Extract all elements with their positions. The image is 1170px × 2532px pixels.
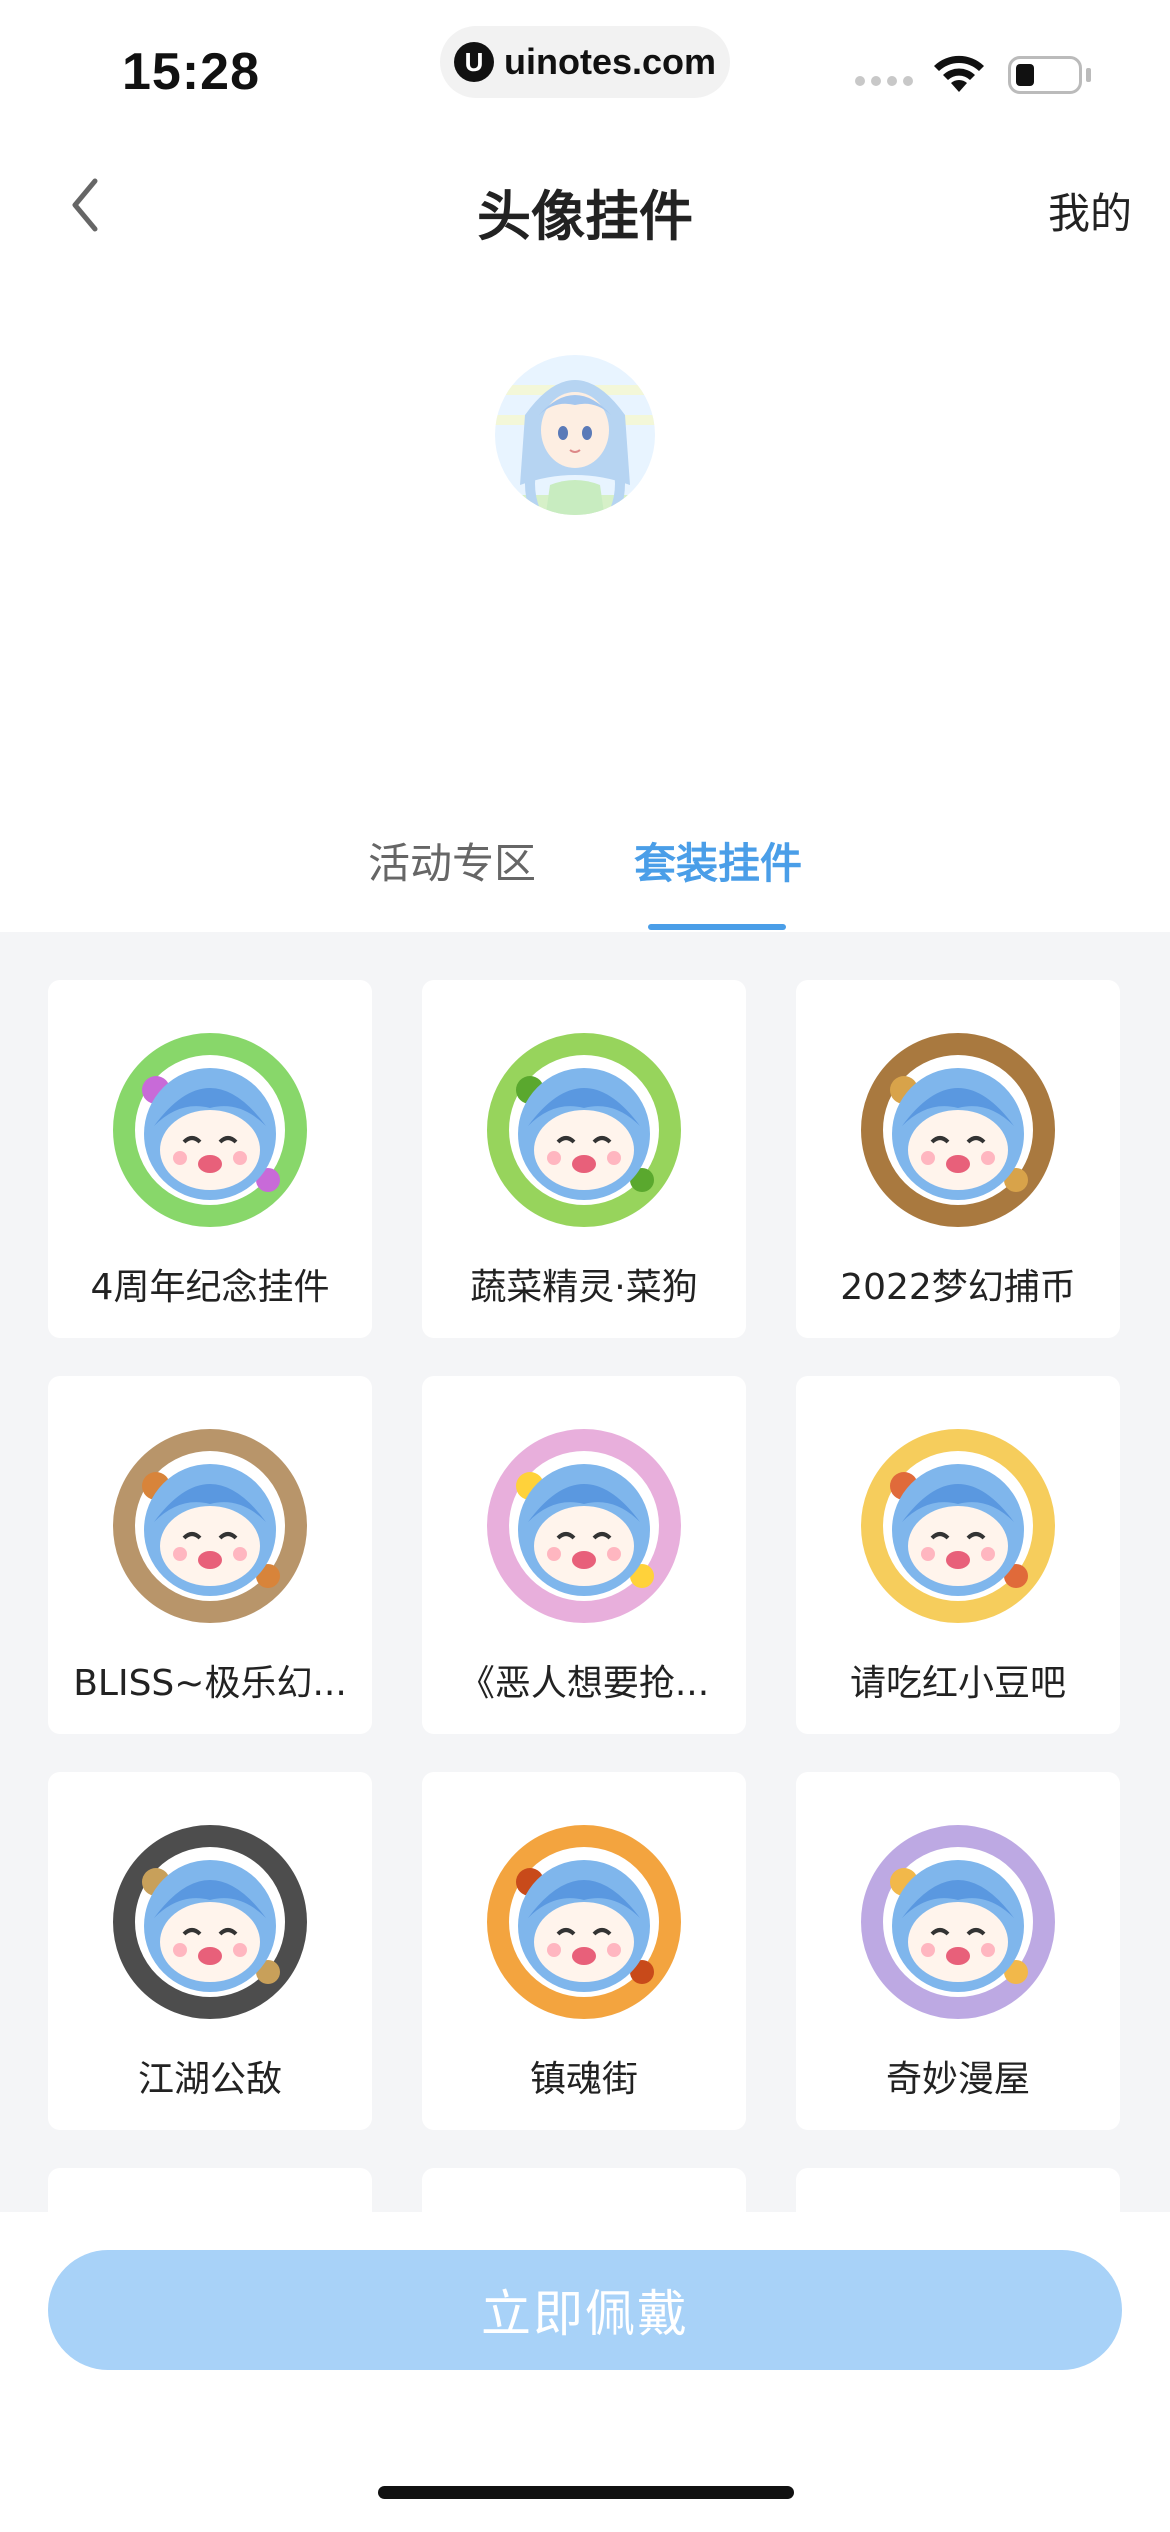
wifi-icon — [934, 55, 984, 92]
pendant-preview — [861, 1033, 1055, 1227]
battery-icon — [1008, 56, 1082, 94]
pendant-card[interactable]: 江湖公敌 — [48, 1772, 372, 2130]
pendant-preview — [861, 1825, 1055, 2019]
tab-bar: 活动专区 套装挂件 — [0, 810, 1170, 932]
pendant-card[interactable]: 奇妙漫屋 — [796, 1772, 1120, 2130]
pendant-label: 2022梦幻捕币 — [840, 1267, 1076, 1308]
pendant-card-partial[interactable] — [422, 2168, 746, 2212]
my-pendants-link[interactable]: 我的 — [1048, 180, 1132, 241]
pendant-card[interactable]: BLISS~极乐幻... — [48, 1376, 372, 1734]
pendant-preview — [113, 1429, 307, 1623]
site-logo-icon: U — [453, 42, 494, 82]
cellular-signal-icon — [855, 76, 913, 86]
pendant-label: 江湖公敌 — [137, 2059, 282, 2100]
pendant-grid: 4周年纪念挂件 蔬菜精灵·菜狗 2022梦幻捕币 BLISS~极乐幻... 《恶人想要抢… — [0, 932, 1170, 2212]
page-title: 头像挂件 — [477, 185, 693, 248]
pendant-label: BLISS~极乐幻... — [73, 1663, 347, 1704]
tab-activity-zone[interactable]: 活动专区 — [368, 830, 536, 891]
pendant-card[interactable]: 《恶人想要抢... — [422, 1376, 746, 1734]
pendant-preview — [487, 1429, 681, 1623]
pendant-card-partial[interactable] — [796, 2168, 1120, 2212]
pendant-preview — [487, 1033, 681, 1227]
pendant-label: 请吃红小豆吧 — [849, 1663, 1066, 1704]
bottom-bar: 立即佩戴 — [0, 2212, 1170, 2532]
pendant-preview — [113, 1825, 307, 2019]
pendant-card[interactable]: 镇魂街 — [422, 1772, 746, 2130]
chevron-left-icon — [72, 178, 98, 232]
back-button[interactable] — [50, 170, 120, 240]
pendant-preview — [861, 1429, 1055, 1623]
pendant-preview — [487, 1825, 681, 2019]
pendant-card[interactable]: 2022梦幻捕币 — [796, 980, 1120, 1338]
pendant-label: 蔬菜精灵·菜狗 — [470, 1267, 698, 1308]
avatar — [495, 355, 655, 515]
tab-active-indicator — [648, 924, 786, 930]
pendant-label: 4周年纪念挂件 — [90, 1267, 330, 1308]
nav-bar: 头像挂件 我的 — [0, 150, 1170, 260]
status-time: 15:28 — [122, 43, 260, 101]
pendant-label: 奇妙漫屋 — [885, 2059, 1030, 2100]
tab-suit-pendants[interactable]: 套装挂件 — [634, 830, 802, 891]
pendant-label: 《恶人想要抢... — [458, 1663, 710, 1704]
home-indicator — [378, 2486, 794, 2499]
pendant-label: 镇魂街 — [529, 2059, 638, 2100]
url-pill[interactable]: U uinotes.com — [440, 26, 730, 98]
pendant-card[interactable]: 蔬菜精灵·菜狗 — [422, 980, 746, 1338]
pendant-card[interactable]: 请吃红小豆吧 — [796, 1376, 1120, 1734]
url-text: uinotes.com — [503, 41, 717, 82]
pendant-preview — [113, 1033, 307, 1227]
pendant-card[interactable]: 4周年纪念挂件 — [48, 980, 372, 1338]
status-bar: 15:28 U uinotes.com — [0, 0, 1170, 130]
wear-now-button[interactable]: 立即佩戴 — [48, 2250, 1122, 2370]
battery-cap — [1086, 68, 1091, 82]
pendant-card-partial[interactable] — [48, 2168, 372, 2212]
